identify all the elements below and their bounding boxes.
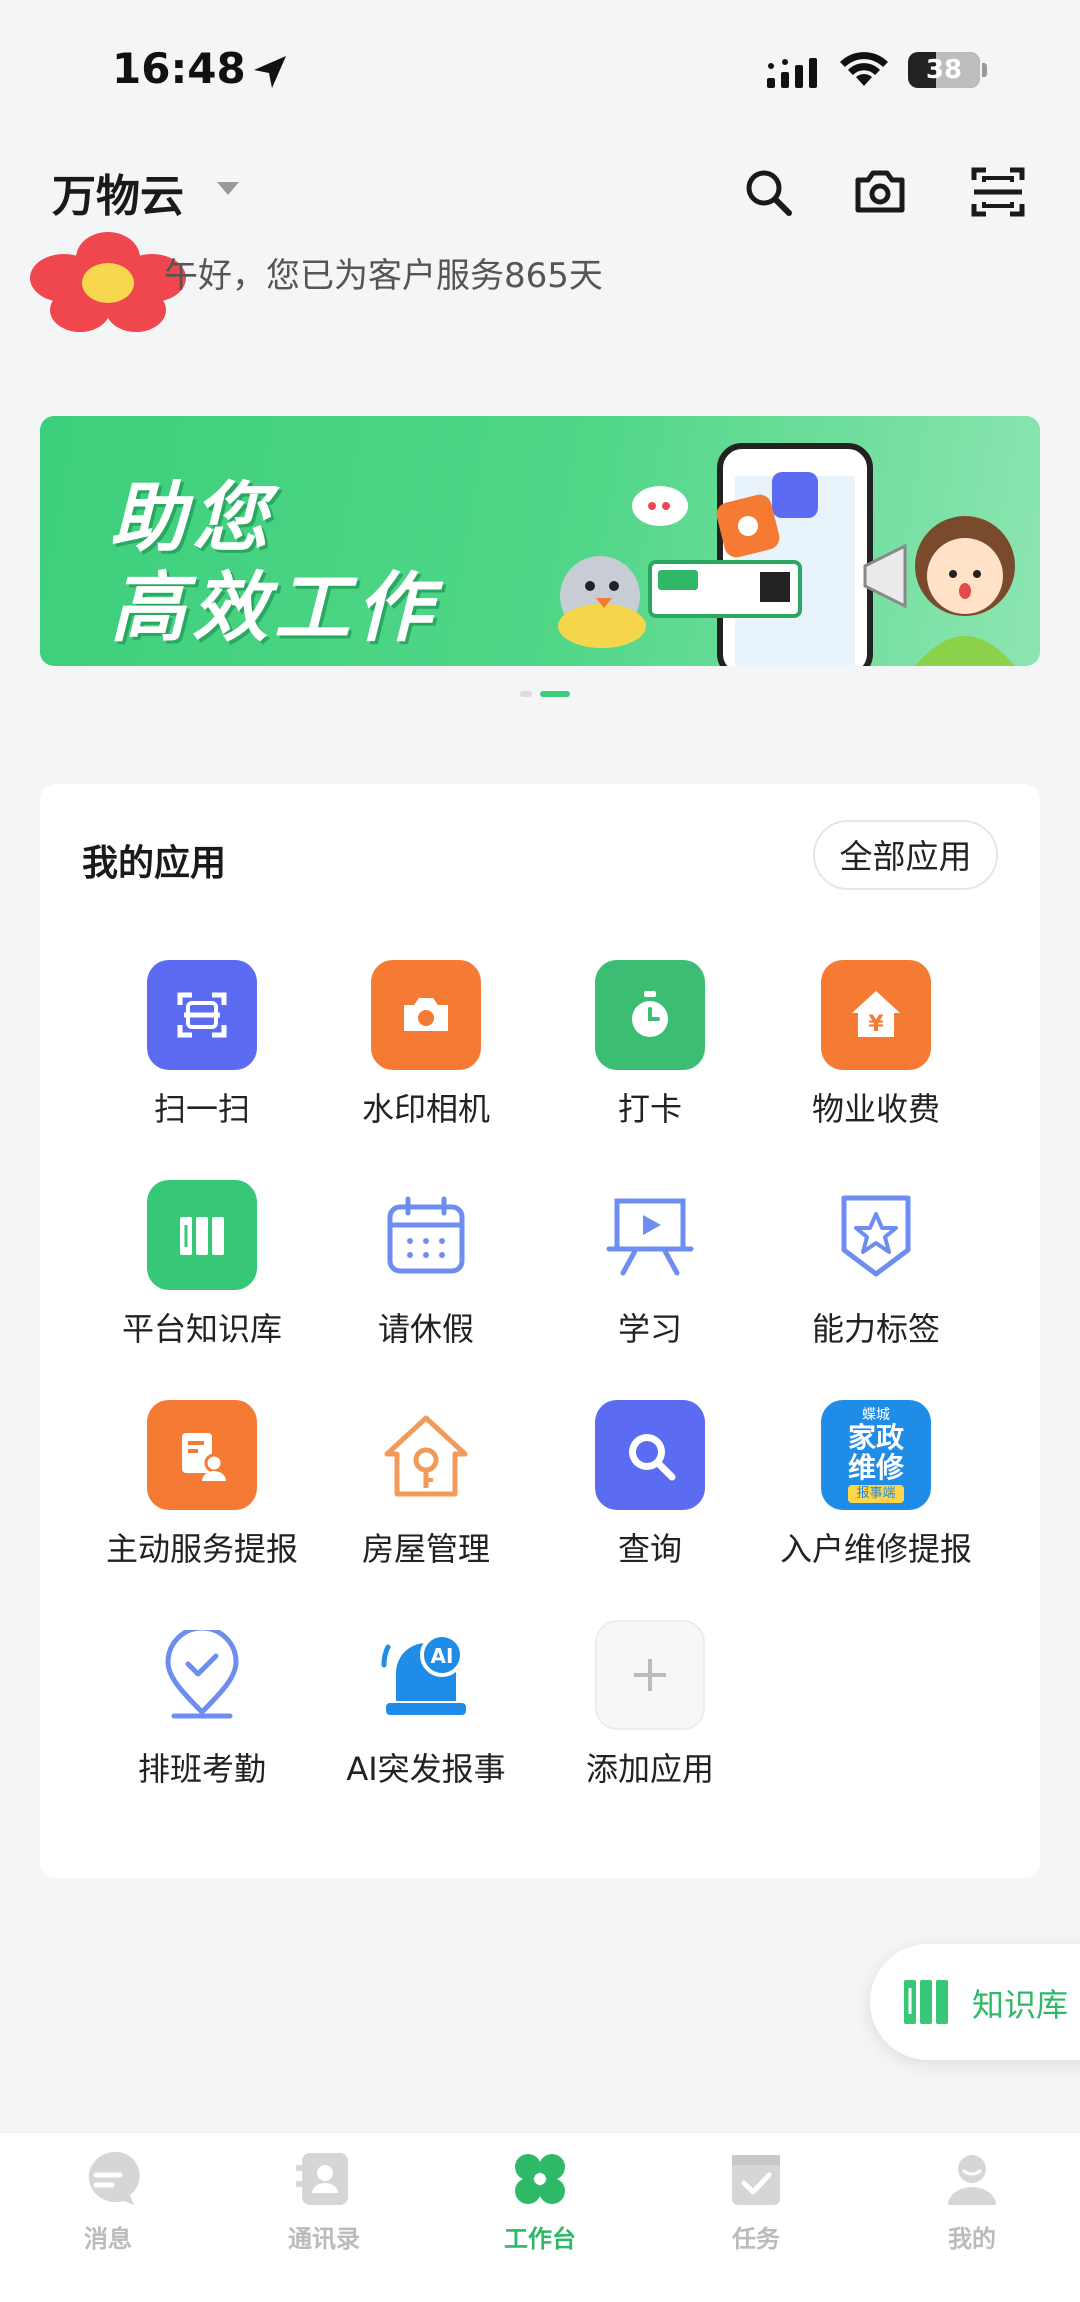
app-scan[interactable]: 扫一扫: [92, 960, 312, 1130]
badge-main-line2: 维修: [847, 1451, 904, 1484]
task-check-icon: [732, 2155, 780, 2205]
banner-dot[interactable]: [520, 691, 532, 697]
svg-text:AI: AI: [431, 1644, 454, 1668]
knowledge-base-float-button[interactable]: 知识库: [870, 1944, 1080, 2060]
banner-pagination: [520, 682, 578, 701]
app-ai-incident-report[interactable]: AI AI突发报事: [316, 1620, 536, 1790]
app-clock-in[interactable]: 打卡: [540, 960, 760, 1130]
bottom-tab-bar: 消息 通讯录 工作台 任务 我的: [0, 2132, 1080, 2302]
knowledge-base-label: 知识库: [972, 1986, 1069, 2024]
app-label: 水印相机: [361, 1090, 490, 1128]
app-label: 主动服务提报: [105, 1530, 298, 1568]
tab-label: 消息: [84, 2225, 132, 2253]
app-label: 扫一扫: [153, 1090, 250, 1128]
app-platform-knowledge[interactable]: 平台知识库: [92, 1180, 312, 1350]
app-label: 物业收费: [811, 1090, 940, 1128]
greeting-text: 午好，您已为客户服务865天: [164, 256, 603, 296]
tab-workbench[interactable]: 工作台: [432, 2147, 648, 2254]
org-switcher[interactable]: 万物云: [52, 160, 184, 224]
camera-icon: [371, 960, 481, 1070]
location-arrow-icon: [254, 56, 286, 88]
books-icon: [147, 1180, 257, 1290]
all-apps-button[interactable]: 全部应用: [813, 820, 998, 890]
home-repair-icon: 蝶城 家政 维修 报事端: [821, 1400, 931, 1510]
house-key-icon: [371, 1400, 481, 1510]
tab-label: 通讯录: [288, 2225, 360, 2253]
plus-icon: [595, 1620, 705, 1730]
magnifier-icon: [595, 1400, 705, 1510]
clover-icon: [515, 2154, 565, 2204]
app-label: 入户维修提报: [779, 1530, 972, 1568]
chevron-down-icon[interactable]: [217, 182, 239, 195]
ai-alarm-bell-icon: AI: [371, 1620, 481, 1730]
battery-cap: [982, 63, 987, 77]
tab-label: 任务: [732, 2225, 780, 2253]
app-query[interactable]: 查询: [540, 1400, 760, 1570]
presentation-board-icon: [595, 1180, 705, 1290]
tab-me[interactable]: 我的: [864, 2147, 1080, 2254]
house-yen-icon: ¥: [821, 960, 931, 1070]
tab-tasks[interactable]: 任务: [648, 2147, 864, 2254]
my-apps-title: 我的应用: [82, 843, 227, 884]
app-label: 添加应用: [585, 1750, 714, 1788]
app-ability-tags[interactable]: 能力标签: [766, 1180, 986, 1350]
app-label: 能力标签: [811, 1310, 940, 1348]
tab-messages[interactable]: 消息: [0, 2147, 216, 2254]
app-leave-request[interactable]: 请休假: [316, 1180, 536, 1350]
battery-icon: 38: [908, 52, 980, 88]
app-label: AI突发报事: [346, 1750, 506, 1788]
signal-icon: [767, 58, 817, 88]
camera-icon[interactable]: [852, 164, 908, 220]
app-add[interactable]: 添加应用: [540, 1620, 760, 1790]
app-shift-attendance[interactable]: 排班考勤: [92, 1620, 312, 1790]
contacts-icon: [296, 2153, 348, 2205]
scan-icon: [147, 960, 257, 1070]
location-check-icon: [147, 1620, 257, 1730]
wifi-icon: [840, 52, 888, 86]
person-icon: [948, 2155, 996, 2205]
chat-bubble-icon: [88, 2151, 140, 2205]
scan-icon[interactable]: [970, 164, 1026, 220]
calendar-icon: [371, 1180, 481, 1290]
promo-banner[interactable]: 助您 高效工作: [40, 416, 1040, 666]
app-watermark-camera[interactable]: 水印相机: [316, 960, 536, 1130]
app-label: 查询: [617, 1530, 682, 1568]
search-icon[interactable]: [740, 164, 796, 220]
banner-dot-active[interactable]: [540, 691, 570, 697]
banner-illustration: [558, 443, 1015, 666]
app-label: 学习: [617, 1310, 682, 1348]
status-time: 16:48: [112, 44, 246, 93]
app-label: 请休假: [377, 1310, 474, 1348]
badge-bottom-text: 报事端: [848, 1485, 904, 1503]
report-person-icon: [147, 1400, 257, 1510]
badge-star-icon: [821, 1180, 931, 1290]
app-learning[interactable]: 学习: [540, 1180, 760, 1350]
app-label: 平台知识库: [121, 1310, 282, 1348]
tab-contacts[interactable]: 通讯录: [216, 2147, 432, 2254]
app-label: 打卡: [617, 1090, 682, 1128]
app-label: 房屋管理: [361, 1530, 490, 1568]
tab-label: 我的: [948, 2225, 996, 2253]
app-home-repair-report[interactable]: 蝶城 家政 维修 报事端 入户维修提报: [766, 1400, 986, 1570]
svg-text:¥: ¥: [868, 1012, 884, 1037]
tab-label: 工作台: [504, 2225, 576, 2253]
books-icon: [904, 1980, 948, 2024]
app-label: 排班考勤: [137, 1750, 266, 1788]
banner-title-line2: 高效工作: [110, 563, 438, 652]
app-property-fee[interactable]: ¥ 物业收费: [766, 960, 986, 1130]
stopwatch-icon: [595, 960, 705, 1070]
battery-percent: 38: [925, 55, 963, 85]
badge-main-line1: 家政: [847, 1421, 904, 1454]
app-house-management[interactable]: 房屋管理: [316, 1400, 536, 1570]
app-proactive-service-report[interactable]: 主动服务提报: [92, 1400, 312, 1570]
